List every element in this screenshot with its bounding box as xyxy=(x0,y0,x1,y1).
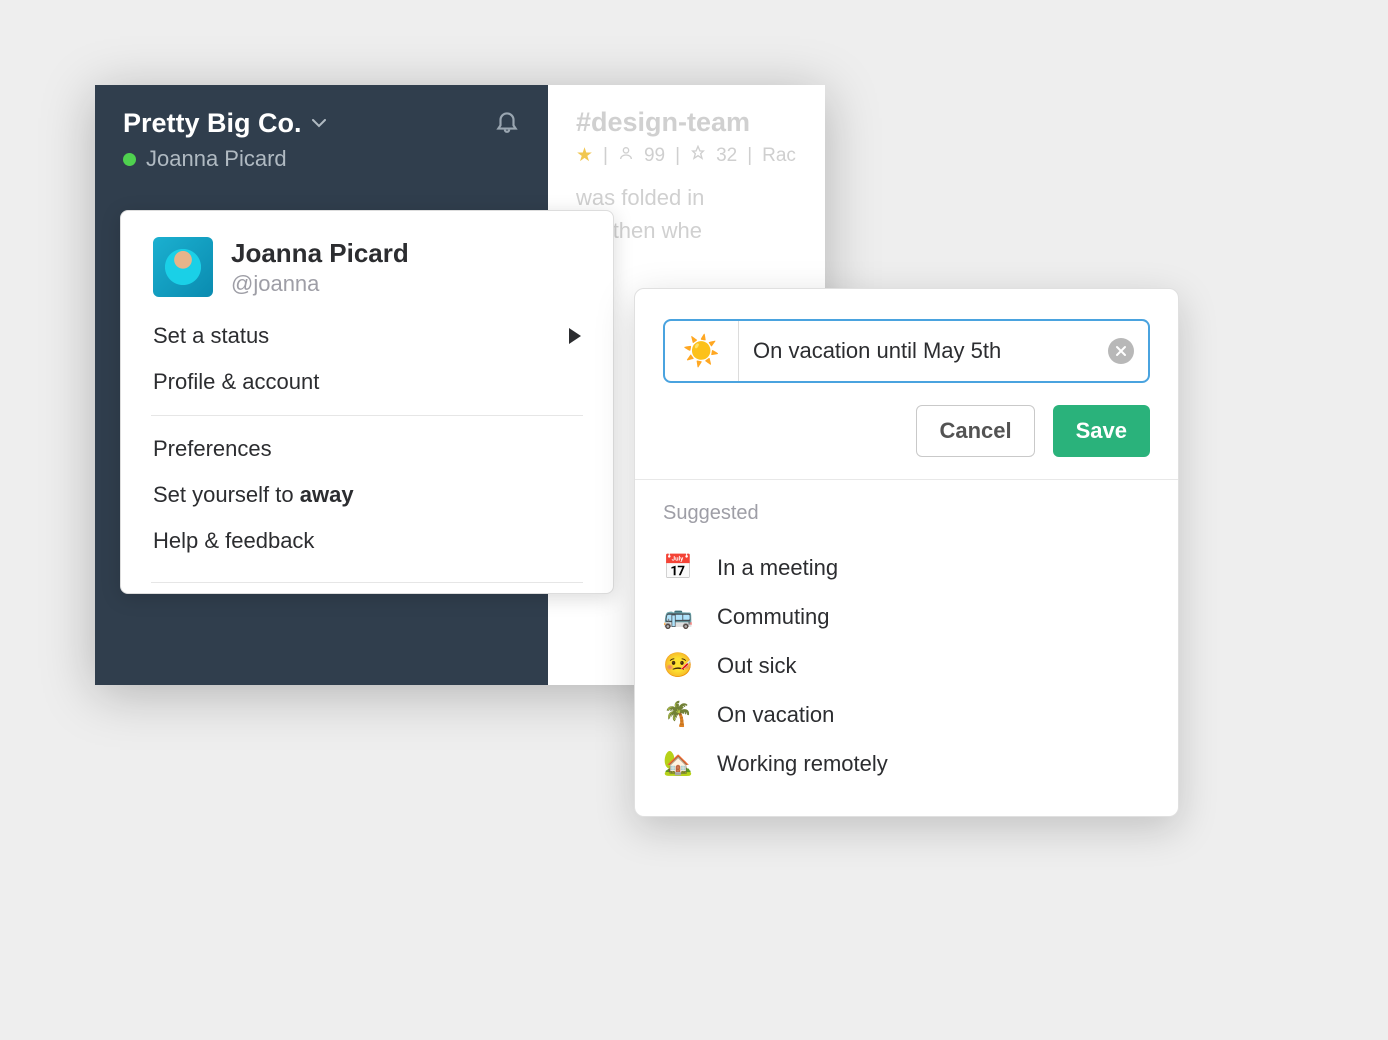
cancel-button[interactable]: Cancel xyxy=(916,405,1034,457)
clear-status-button[interactable] xyxy=(1108,338,1134,364)
pin-icon xyxy=(690,145,706,167)
status-input-group: ☀️ xyxy=(663,319,1150,383)
chevron-right-icon xyxy=(569,328,581,344)
avatar[interactable] xyxy=(153,237,213,297)
status-emoji-picker[interactable]: ☀️ xyxy=(665,321,739,381)
menu-item-label: Set yourself to away xyxy=(153,482,354,508)
menu-item-profile[interactable]: Profile & account xyxy=(121,359,613,405)
status-suggestion-label: Out sick xyxy=(717,653,796,679)
message-fragment: was folded in xyxy=(576,181,797,214)
status-suggestion-label: Working remotely xyxy=(717,751,888,777)
user-menu: Joanna Picard @joanna Set a status Profi… xyxy=(120,210,614,594)
members-count: 99 xyxy=(644,145,665,167)
divider xyxy=(151,415,583,416)
menu-item-label: Help & feedback xyxy=(153,528,314,554)
menu-item-help[interactable]: Help & feedback xyxy=(121,518,613,564)
workspace-name: Pretty Big Co. xyxy=(123,108,302,139)
workspace-header[interactable]: Pretty Big Co. Joanna Picard xyxy=(95,85,548,190)
status-suggestion-emoji: 🏡 xyxy=(663,749,693,778)
divider xyxy=(151,582,583,583)
channel-name[interactable]: #design-team xyxy=(576,107,797,138)
suggested-status-item[interactable]: 📅 In a meeting xyxy=(663,543,1150,592)
status-suggestion-emoji: 🤒 xyxy=(663,651,693,680)
presence-indicator xyxy=(123,153,136,166)
menu-user-name: Joanna Picard xyxy=(231,238,409,269)
status-suggestion-label: In a meeting xyxy=(717,555,838,581)
suggested-status-item[interactable]: 🏡 Working remotely xyxy=(663,739,1150,788)
current-user-name: Joanna Picard xyxy=(146,146,287,172)
status-suggestion-label: Commuting xyxy=(717,604,829,630)
members-icon xyxy=(618,145,634,167)
suggested-status-item[interactable]: 🚌 Commuting xyxy=(663,592,1150,641)
suggested-status-item[interactable]: 🤒 Out sick xyxy=(663,641,1150,690)
status-suggestion-label: On vacation xyxy=(717,702,834,728)
status-suggestion-emoji: 📅 xyxy=(663,553,693,582)
suggested-status-item[interactable]: 🌴 On vacation xyxy=(663,690,1150,739)
menu-item-preferences[interactable]: Preferences xyxy=(121,426,613,472)
menu-item-label: Profile & account xyxy=(153,369,319,395)
user-menu-header: Joanna Picard @joanna xyxy=(121,211,613,313)
pins-count: 32 xyxy=(716,145,737,167)
suggested-list: 📅 In a meeting 🚌 Commuting 🤒 Out sick 🌴 On vaca… xyxy=(663,543,1150,788)
status-popover: ☀️ Cancel Save Suggested 📅 In a meeting 🚌 C… xyxy=(634,288,1179,817)
bell-icon[interactable] xyxy=(494,107,520,140)
status-suggestion-emoji: 🚌 xyxy=(663,602,693,631)
menu-item-label: Set a status xyxy=(153,323,269,349)
channel-meta: ★ | 99 | 32 | Rac xyxy=(576,144,797,167)
chevron-down-icon xyxy=(312,119,326,129)
status-suggestion-emoji: 🌴 xyxy=(663,700,693,729)
menu-item-set-away[interactable]: Set yourself to away xyxy=(121,472,613,518)
menu-item-set-status[interactable]: Set a status xyxy=(121,313,613,359)
menu-item-label: Preferences xyxy=(153,436,272,462)
star-icon[interactable]: ★ xyxy=(576,144,593,167)
save-button[interactable]: Save xyxy=(1053,405,1150,457)
suggested-label: Suggested xyxy=(663,502,1150,525)
status-text-input[interactable] xyxy=(739,338,1108,364)
channel-topic-tail: Rac xyxy=(762,145,796,167)
menu-user-handle: @joanna xyxy=(231,271,409,297)
